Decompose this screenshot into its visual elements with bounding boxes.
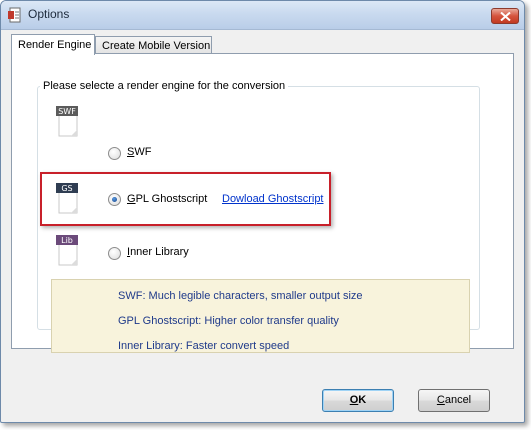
options-dialog: Options Render Engine Create Mobile Vers… [0, 0, 525, 423]
label-rest: WF [134, 146, 152, 158]
mnemonic: C [436, 394, 445, 406]
mnemonic: G [127, 193, 136, 205]
engine-info-box: SWF: Much legible characters, smaller ou… [51, 279, 470, 353]
info-line-inner-library: Inner Library: Faster convert speed [118, 340, 290, 352]
option-gpl-ghostscript-label[interactable]: GPL Ghostscript [127, 193, 207, 205]
gs-file-icon: GS [55, 182, 81, 214]
group-label: Please selecte a render engine for the c… [40, 80, 289, 92]
tab-create-mobile-version[interactable]: Create Mobile Version [95, 36, 212, 54]
tab-label: Render Engine [18, 39, 92, 51]
option-swf-label[interactable]: SWF [127, 146, 151, 158]
lib-file-icon: Lib [55, 234, 81, 266]
tab-render-engine[interactable]: Render Engine [11, 34, 95, 55]
label-rest: nner Library [130, 246, 189, 258]
title-bar[interactable]: Options [1, 1, 524, 30]
swf-icon-text: SWF [58, 107, 76, 116]
window-title: Options [28, 7, 70, 21]
dialog-body: Render Engine Create Mobile Version Plea… [7, 30, 518, 416]
mnemonic: O [349, 394, 359, 406]
download-ghostscript-link[interactable]: Dowload Ghostscript [222, 193, 324, 205]
option-inner-library-label[interactable]: Inner Library [127, 246, 189, 258]
label-rest: K [358, 394, 367, 406]
cancel-button[interactable]: Cancel [418, 389, 490, 412]
info-line-ghostscript: GPL Ghostscript: Higher color transfer q… [118, 315, 339, 327]
close-icon [500, 12, 511, 21]
radio-inner-library[interactable] [108, 247, 121, 260]
app-icon [8, 7, 22, 23]
gs-icon-text: GS [61, 184, 72, 193]
label-rest: ancel [444, 394, 472, 406]
label-rest: PL Ghostscript [135, 193, 208, 205]
ok-button[interactable]: OK [322, 389, 394, 412]
close-button[interactable] [491, 8, 519, 24]
lib-icon-text: Lib [61, 236, 73, 245]
tab-label: Create Mobile Version [102, 40, 211, 52]
radio-swf[interactable] [108, 147, 121, 160]
swf-file-icon: SWF [55, 105, 81, 137]
info-line-swf: SWF: Much legible characters, smaller ou… [118, 290, 363, 302]
radio-gpl-ghostscript[interactable] [108, 193, 121, 206]
render-engine-panel: Please selecte a render engine for the c… [11, 53, 514, 353]
